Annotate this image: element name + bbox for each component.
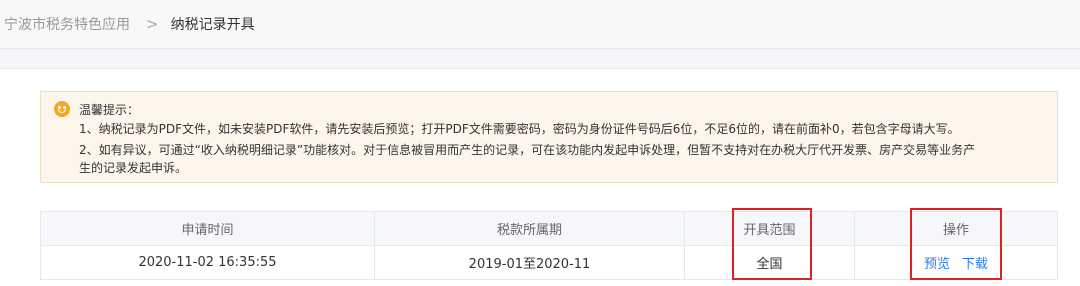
notice-box: 温馨提示： 1、纳税记录为PDF文件，如未安装PDF软件，请先安装后预览；打开P… <box>40 91 1058 183</box>
records-table: 申请时间 税款所属期 开具范围 操作 2020-11-02 16:35:55 2… <box>40 211 1058 280</box>
header-apply-time: 申请时间 <box>41 212 375 245</box>
smiley-icon <box>54 101 70 117</box>
breadcrumb: 宁波市税务特色应用 > 纳税记录开具 <box>0 0 1080 49</box>
main-panel: 温馨提示： 1、纳税记录为PDF文件，如未安装PDF软件，请先安装后预览；打开P… <box>0 68 1080 286</box>
download-link[interactable]: 下载 <box>962 253 988 272</box>
table-header-row: 申请时间 税款所属期 开具范围 操作 <box>41 212 1057 246</box>
table-row: 2020-11-02 16:35:55 2019-01至2020-11 全国 预… <box>41 246 1057 279</box>
cell-actions: 预览 下载 <box>855 246 1057 279</box>
cell-scope: 全国 <box>685 246 855 279</box>
notice-line-1: 1、纳税记录为PDF文件，如未安装PDF软件，请先安装后预览；打开PDF文件需要… <box>79 122 960 136</box>
cell-apply-time: 2020-11-02 16:35:55 <box>41 246 375 279</box>
header-actions: 操作 <box>942 223 969 238</box>
breadcrumb-current: 纳税记录开具 <box>170 17 255 33</box>
preview-link[interactable]: 预览 <box>924 253 950 272</box>
breadcrumb-separator: > <box>146 15 159 33</box>
notice-line-3: 生的记录发起申诉。 <box>79 161 188 175</box>
cell-tax-period: 2019-01至2020-11 <box>375 246 685 279</box>
breadcrumb-parent-link[interactable]: 宁波市税务特色应用 <box>4 14 130 34</box>
header-tax-period: 税款所属期 <box>375 212 685 245</box>
header-scope: 开具范围 <box>685 212 855 245</box>
notice-line-2: 2、如有异议，可通过“收入纳税明细记录”功能核对。对于信息被冒用而产生的记录，可… <box>79 143 976 157</box>
notice-title: 温馨提示： <box>79 103 140 117</box>
